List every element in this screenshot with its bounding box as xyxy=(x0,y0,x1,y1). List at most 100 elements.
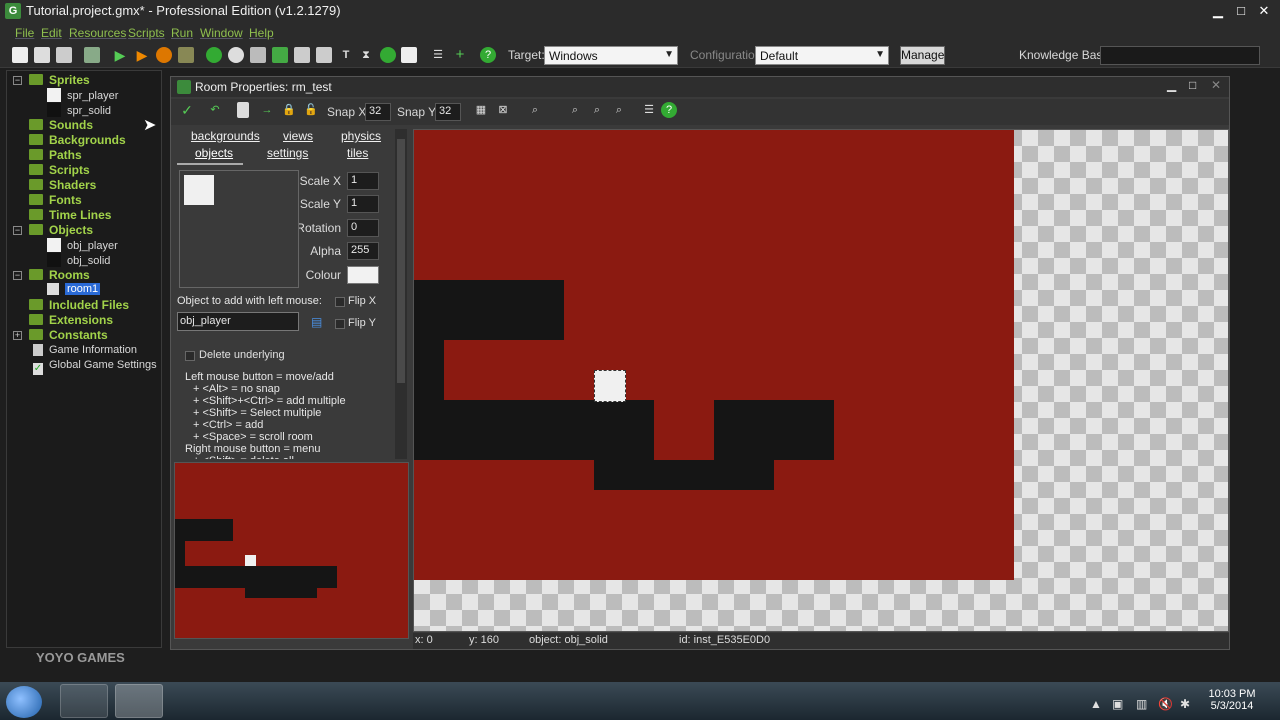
clean-icon[interactable] xyxy=(178,47,194,63)
taskbar-clock[interactable]: 10:03 PM 5/3/2014 xyxy=(1200,688,1264,712)
tree-spr-player[interactable]: spr_player xyxy=(47,88,118,102)
tree-game-information[interactable]: Game Information xyxy=(33,344,137,356)
menu-resources[interactable]: Resources xyxy=(69,26,126,40)
view-toggle-icon[interactable]: ⌕ xyxy=(527,102,543,118)
volume-muted-icon[interactable]: 🔇 xyxy=(1158,697,1173,711)
tree-sounds[interactable]: Sounds xyxy=(29,118,93,132)
tree-constants[interactable]: Constants xyxy=(29,328,108,342)
tab-objects[interactable]: objects xyxy=(195,146,233,160)
sprite-icon[interactable] xyxy=(206,47,222,63)
zoom-out-icon[interactable]: ⌕ xyxy=(567,102,583,118)
colour-swatch[interactable] xyxy=(347,266,379,284)
snap-x-input[interactable]: 32 xyxy=(365,103,391,121)
tree-rooms[interactable]: Rooms xyxy=(29,268,90,282)
tab-views[interactable]: views xyxy=(283,129,313,143)
grid-icon[interactable]: ▦ xyxy=(473,102,489,118)
object-add-input[interactable]: obj_player xyxy=(177,312,299,331)
tab-tiles[interactable]: tiles xyxy=(347,146,368,160)
menu-file[interactable]: File xyxy=(15,26,34,40)
save-project-icon[interactable] xyxy=(56,47,72,63)
tree-timelines[interactable]: Time Lines xyxy=(29,208,111,222)
script-icon[interactable] xyxy=(294,47,310,63)
tree-scripts[interactable]: Scripts xyxy=(29,163,90,177)
ok-checkmark-icon[interactable]: ✓ xyxy=(179,102,195,118)
zoom-reset-icon[interactable]: ⌕ xyxy=(589,102,605,118)
tree-backgrounds[interactable]: Backgrounds xyxy=(29,133,126,147)
help-icon[interactable]: ? xyxy=(480,47,496,63)
menu-edit[interactable]: Edit xyxy=(41,26,62,40)
flip-x-checkbox[interactable] xyxy=(335,297,345,307)
tree-spr-solid[interactable]: spr_solid xyxy=(47,103,111,117)
tree-sprites[interactable]: Sprites xyxy=(29,73,90,87)
config-select[interactable]: Default ▼ xyxy=(755,46,889,65)
solid-block[interactable] xyxy=(414,280,564,340)
open-project-icon[interactable] xyxy=(34,47,50,63)
panel-scrollbar[interactable] xyxy=(395,129,407,459)
room-canvas[interactable] xyxy=(413,129,1229,632)
global-settings-icon[interactable]: + xyxy=(452,47,468,63)
maximize-icon[interactable]: □ xyxy=(1189,78,1196,92)
tree-global-settings[interactable]: ✓ Global Game Settings xyxy=(33,359,157,375)
delete-underlying-checkbox[interactable] xyxy=(185,351,195,361)
menu-help[interactable]: Help xyxy=(249,26,274,40)
alpha-input[interactable]: 255 xyxy=(347,242,379,260)
tray-expand-icon[interactable]: ▲ xyxy=(1090,697,1102,711)
manage-button[interactable]: Manage xyxy=(900,46,945,65)
lock-icon[interactable]: 🔒 xyxy=(281,102,297,118)
object-picker-icon[interactable]: ▤ xyxy=(311,315,322,329)
run-icon[interactable]: ▶ xyxy=(112,47,128,63)
tree-obj-player[interactable]: obj_player xyxy=(47,238,118,252)
menu-scripts[interactable]: Scripts xyxy=(128,26,165,40)
path-icon[interactable] xyxy=(272,47,288,63)
zoom-in-icon[interactable]: ⌕ xyxy=(611,102,627,118)
rotation-input[interactable]: 0 xyxy=(347,219,379,237)
tab-physics[interactable]: physics xyxy=(341,129,381,143)
help-icon[interactable]: ? xyxy=(661,102,677,118)
room-minimap[interactable] xyxy=(174,462,409,639)
gamemaker-taskbar-icon[interactable] xyxy=(115,684,163,718)
create-exe-icon[interactable] xyxy=(84,47,100,63)
shift-icon[interactable]: → xyxy=(259,102,275,118)
start-button[interactable] xyxy=(6,686,42,718)
close-icon[interactable]: ✕ xyxy=(1211,78,1221,92)
object-icon[interactable] xyxy=(380,47,396,63)
solid-block[interactable] xyxy=(594,460,774,490)
tree-fonts[interactable]: Fonts xyxy=(29,193,82,207)
tree-shaders[interactable]: Shaders xyxy=(29,178,96,192)
solid-block[interactable] xyxy=(714,400,834,460)
font-icon[interactable]: T xyxy=(338,47,354,63)
tree-obj-solid[interactable]: obj_solid xyxy=(47,253,110,267)
tree-included-files[interactable]: Included Files xyxy=(29,298,129,312)
room-icon[interactable] xyxy=(401,47,417,63)
snap-y-input[interactable]: 32 xyxy=(435,103,461,121)
solid-block[interactable] xyxy=(414,340,444,400)
tab-backgrounds[interactable]: backgrounds xyxy=(191,129,260,143)
settings-list-icon[interactable]: ☰ xyxy=(641,102,657,118)
collapse-icon[interactable]: − xyxy=(13,76,22,85)
unlock-icon[interactable]: 🔓 xyxy=(303,102,319,118)
tab-settings[interactable]: settings xyxy=(267,146,308,160)
flip-y-checkbox[interactable] xyxy=(335,319,345,329)
new-project-icon[interactable] xyxy=(12,47,28,63)
network-icon[interactable]: ▥ xyxy=(1136,697,1147,711)
expand-icon[interactable]: + xyxy=(13,331,22,340)
game-info-icon[interactable]: ☰ xyxy=(430,47,446,63)
tree-paths[interactable]: Paths xyxy=(29,148,82,162)
target-select[interactable]: Windows ▼ xyxy=(544,46,678,65)
chrome-taskbar-icon[interactable] xyxy=(60,684,108,718)
tray-app-icon[interactable]: ▣ xyxy=(1112,697,1123,711)
knowledge-base-input[interactable] xyxy=(1100,46,1260,65)
scale-y-input[interactable]: 1 xyxy=(347,195,379,213)
tree-objects[interactable]: Objects xyxy=(29,223,93,237)
tree-room1[interactable]: room1 xyxy=(47,283,101,295)
collapse-icon[interactable]: − xyxy=(13,271,22,280)
undo-icon[interactable]: ↶ xyxy=(207,102,223,118)
menu-window[interactable]: Window xyxy=(200,26,243,40)
timeline-icon[interactable]: ⧗ xyxy=(358,47,374,63)
isometric-grid-icon[interactable]: ⊠ xyxy=(495,102,511,118)
sound-icon[interactable] xyxy=(228,47,244,63)
minimize-icon[interactable]: ▁ xyxy=(1206,2,1230,20)
debug-icon[interactable]: ▶ xyxy=(134,47,150,63)
stop-icon[interactable] xyxy=(156,47,172,63)
clear-icon[interactable] xyxy=(237,102,249,118)
